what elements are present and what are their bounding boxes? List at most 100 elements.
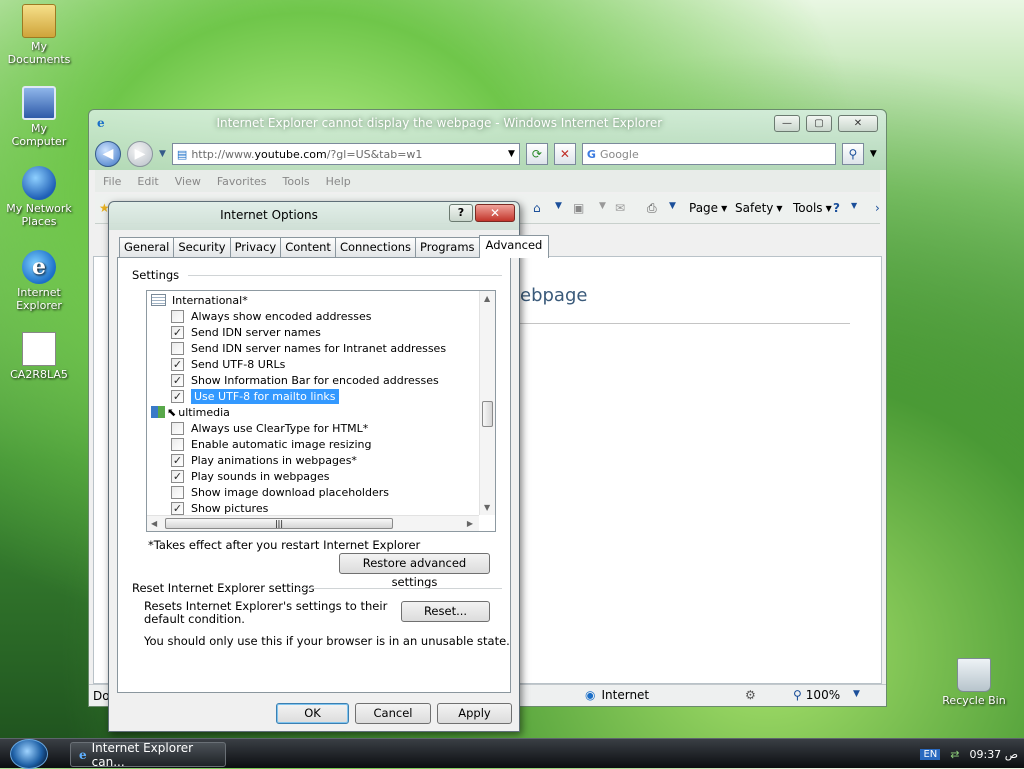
- checkbox-checked[interactable]: ✓: [171, 501, 184, 515]
- minimize-button[interactable]: —: [774, 114, 800, 132]
- desktop-icon-recycle-bin[interactable]: Recycle Bin: [937, 658, 1011, 707]
- checkbox-checked[interactable]: ✓: [171, 357, 184, 371]
- tab-general[interactable]: General: [119, 237, 175, 258]
- scroll-right-icon[interactable]: ▶: [467, 519, 473, 528]
- safety-menu[interactable]: Safety ▼: [735, 201, 783, 215]
- protected-mode-icon[interactable]: ⚙: [745, 688, 756, 702]
- checkbox-checked[interactable]: ✓: [171, 453, 184, 467]
- dialog-close-button[interactable]: ✕: [475, 204, 515, 222]
- settings-tree[interactable]: International* Always show encoded addre…: [146, 290, 496, 532]
- ie-titlebar[interactable]: e Internet Explorer cannot display the w…: [89, 110, 886, 136]
- help-dropdown-icon[interactable]: ▼: [851, 201, 857, 210]
- menu-view[interactable]: View: [175, 175, 201, 188]
- reset-warning: You should only use this if your browser…: [144, 634, 510, 648]
- page-menu[interactable]: Page ▼: [689, 201, 727, 215]
- restore-advanced-settings-button[interactable]: Restore advanced settings: [339, 553, 490, 589]
- vertical-scroll-thumb[interactable]: [482, 401, 493, 427]
- search-button[interactable]: ⚲: [841, 143, 864, 165]
- tree-option[interactable]: ✓ Show pictures: [171, 500, 268, 516]
- checkbox-checked[interactable]: ✓: [171, 469, 184, 483]
- checkbox[interactable]: [171, 309, 184, 323]
- tree-category-international[interactable]: International*: [151, 292, 248, 308]
- search-options-dropdown[interactable]: ▼: [870, 149, 877, 159]
- address-bar[interactable]: ▤ http://www. youtube.com/?gl=US&tab=w1 ▼: [171, 143, 520, 165]
- zoom-control[interactable]: ⚲ 100%: [793, 688, 840, 702]
- checkbox[interactable]: [171, 437, 184, 451]
- checkbox[interactable]: [171, 421, 184, 435]
- address-dropdown-icon[interactable]: ▼: [508, 149, 515, 159]
- tree-option[interactable]: ✓ Play animations in webpages*: [171, 452, 357, 468]
- desktop-icon-my-network-places[interactable]: My Network Places: [2, 166, 76, 228]
- feeds-icon[interactable]: ▣: [573, 201, 584, 215]
- reset-button[interactable]: Reset...: [401, 601, 490, 622]
- stop-button[interactable]: ✕: [553, 143, 576, 165]
- tab-privacy[interactable]: Privacy: [229, 237, 282, 258]
- checkbox-checked[interactable]: ✓: [171, 325, 184, 339]
- recent-pages-dropdown[interactable]: ▼: [159, 149, 166, 159]
- reset-group-label: Reset Internet Explorer settings: [132, 581, 315, 595]
- help-icon[interactable]: ?: [833, 201, 840, 215]
- tab-programs[interactable]: Programs: [415, 237, 480, 258]
- menu-tools[interactable]: Tools: [283, 175, 310, 188]
- refresh-button[interactable]: ⟳: [525, 143, 548, 165]
- menu-favorites[interactable]: Favorites: [217, 175, 267, 188]
- tab-security[interactable]: Security: [173, 237, 231, 258]
- menu-edit[interactable]: Edit: [137, 175, 158, 188]
- search-box[interactable]: G Google: [581, 143, 836, 165]
- cancel-button[interactable]: Cancel: [355, 703, 431, 724]
- tree-option[interactable]: ✓ Show Information Bar for encoded addre…: [171, 372, 439, 388]
- feeds-dropdown-icon[interactable]: ▼: [599, 201, 606, 211]
- network-icon[interactable]: ⇄: [950, 748, 959, 761]
- tree-option[interactable]: Enable automatic image resizing: [171, 436, 371, 452]
- checkbox[interactable]: [171, 341, 184, 355]
- checkbox-checked[interactable]: ✓: [171, 389, 184, 403]
- horizontal-scroll-thumb[interactable]: |||: [165, 518, 393, 529]
- tree-category-multimedia[interactable]: ⬉ ultimedia: [151, 404, 230, 420]
- tree-option[interactable]: Send IDN server names for Intranet addre…: [171, 340, 446, 356]
- tab-advanced[interactable]: Advanced: [478, 235, 550, 258]
- tree-option[interactable]: ✓ Send IDN server names: [171, 324, 321, 340]
- taskbar-item-internet-explorer[interactable]: e Internet Explorer can...: [70, 741, 226, 769]
- desktop-icon-my-computer[interactable]: My Computer: [2, 86, 76, 148]
- help-button[interactable]: ?: [449, 204, 473, 222]
- tree-option[interactable]: Always show encoded addresses: [171, 308, 371, 324]
- forward-button[interactable]: ▶: [127, 141, 153, 167]
- tree-option-selected[interactable]: ✓ Use UTF-8 for mailto links: [171, 388, 339, 404]
- scroll-left-icon[interactable]: ◀: [151, 519, 157, 528]
- tree-option[interactable]: Show image download placeholders: [171, 484, 389, 500]
- tree-option[interactable]: ✓ Send UTF-8 URLs: [171, 356, 285, 372]
- tools-menu[interactable]: Tools ▼: [793, 201, 832, 215]
- checkbox-checked[interactable]: ✓: [171, 373, 184, 387]
- print-dropdown-icon[interactable]: ▼: [669, 201, 676, 211]
- apply-button[interactable]: Apply: [437, 703, 512, 724]
- language-indicator[interactable]: EN: [920, 748, 941, 760]
- zoom-dropdown-icon[interactable]: ▼: [853, 689, 860, 699]
- close-button[interactable]: ✕: [838, 114, 878, 132]
- checkbox[interactable]: [171, 485, 184, 499]
- menu-file[interactable]: File: [103, 175, 121, 188]
- tab-connections[interactable]: Connections: [334, 237, 417, 258]
- desktop-icon-ca2r8la5[interactable]: CA2R8LA5: [2, 332, 76, 381]
- desktop-icon-my-documents[interactable]: My Documents: [2, 4, 76, 66]
- home-dropdown-icon[interactable]: ▼: [555, 201, 562, 211]
- tab-content[interactable]: Content: [280, 237, 336, 258]
- ok-button[interactable]: OK: [276, 703, 349, 724]
- mail-icon[interactable]: ✉: [615, 201, 625, 215]
- more-commands-icon[interactable]: ›: [875, 201, 880, 215]
- clock[interactable]: 09:37 ص: [969, 748, 1018, 761]
- tab-strip: General Security Privacy Content Connect…: [119, 235, 550, 258]
- desktop-icon-internet-explorer[interactable]: e Internet Explorer: [2, 250, 76, 312]
- print-icon[interactable]: ⎙: [647, 201, 657, 216]
- scroll-down-icon[interactable]: ▼: [484, 503, 490, 512]
- vertical-scrollbar[interactable]: ▲ ▼: [479, 291, 495, 515]
- start-button[interactable]: [10, 739, 48, 769]
- horizontal-scrollbar[interactable]: ◀ ||| ▶: [147, 515, 479, 531]
- back-button[interactable]: ◀: [95, 141, 121, 167]
- internet-zone[interactable]: ◉ Internet: [585, 688, 649, 702]
- home-icon[interactable]: ⌂: [533, 201, 541, 215]
- tree-option[interactable]: ✓ Play sounds in webpages: [171, 468, 330, 484]
- menu-help[interactable]: Help: [326, 175, 351, 188]
- maximize-button[interactable]: ▢: [806, 114, 832, 132]
- scroll-up-icon[interactable]: ▲: [484, 294, 490, 303]
- tree-option[interactable]: Always use ClearType for HTML*: [171, 420, 368, 436]
